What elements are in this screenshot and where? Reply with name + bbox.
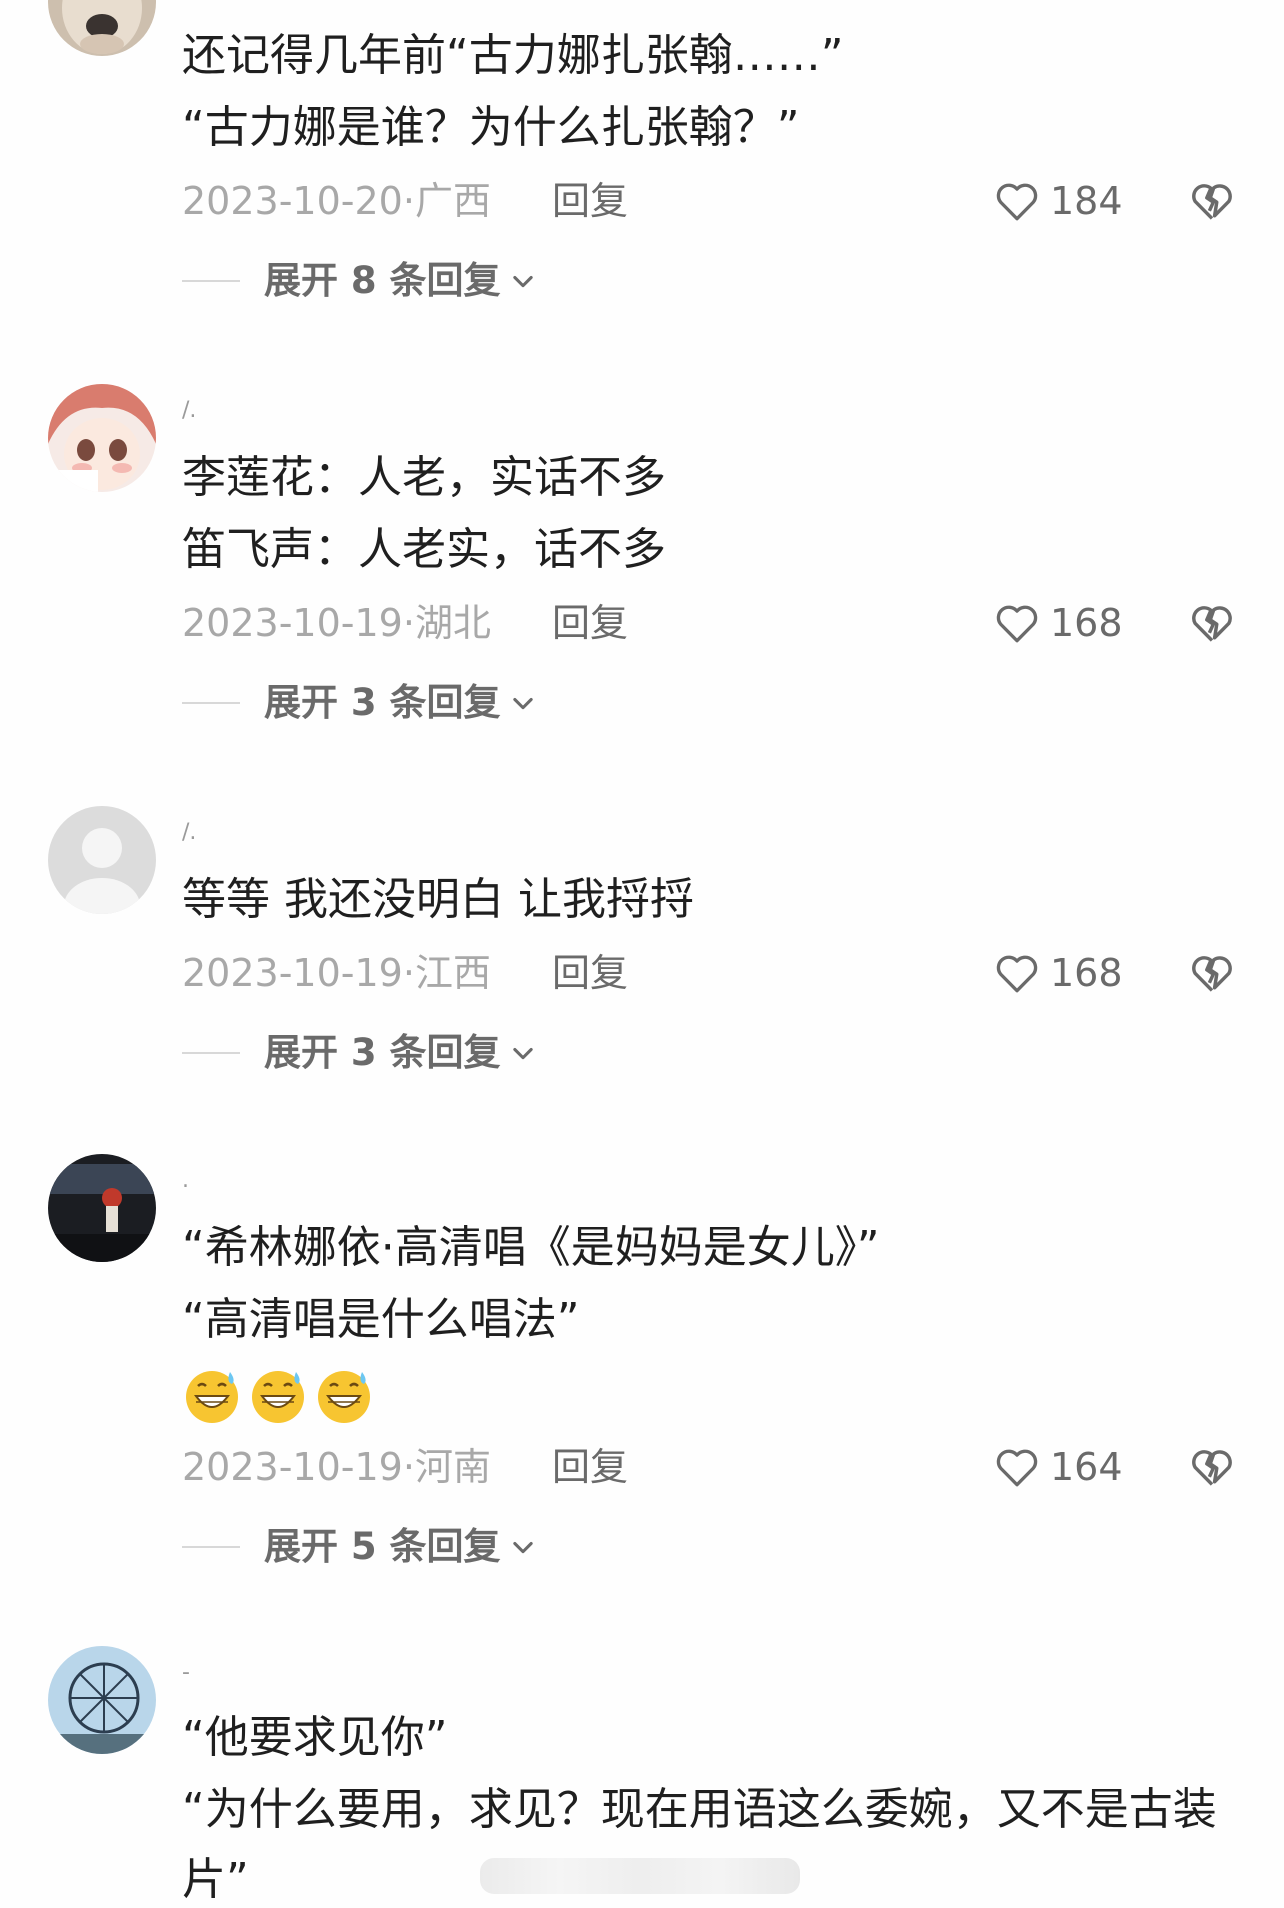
dog-avatar-image [48, 0, 156, 56]
expand-replies-button[interactable]: 展开 5 条回复 [182, 1522, 537, 1572]
avatar[interactable] [48, 1154, 156, 1262]
comment-text-line: 等等 我还没明白 让我捋捋 [182, 874, 694, 925]
like-count: 164 [1050, 1445, 1123, 1489]
comment-text-line: 笛飞声：人老实，话不多 [182, 524, 666, 575]
username[interactable]: /. [182, 396, 196, 426]
expand-replies-label: 展开 3 条回复 [264, 681, 501, 724]
avatar[interactable] [48, 1646, 156, 1754]
grin-sweat-emoji [318, 1371, 370, 1423]
anime-girl-avatar-image [48, 384, 156, 492]
comment-text-line: 李莲花：人老，实话不多 [182, 452, 666, 503]
expand-replies-button[interactable]: 展开 3 条回复 [182, 1028, 537, 1078]
night-photo-avatar-image [48, 1154, 156, 1262]
comment-text-line: “他要求见你” [182, 1712, 448, 1763]
heart-outline-icon [996, 955, 1038, 993]
chevron-down-icon [512, 1047, 533, 1060]
comment-text-line: 还记得几年前“古力娜扎张翰……” [182, 30, 844, 81]
expand-replies-button[interactable]: 展开 8 条回复 [182, 256, 537, 306]
comment-text-line: “为什么要用，求见？现在用语这么委婉，又不是古装 [182, 1784, 1217, 1835]
divider [182, 1052, 240, 1054]
meta-separator: · [402, 951, 415, 995]
avatar[interactable] [48, 0, 156, 56]
comment-location: 湖北 [414, 601, 491, 645]
heart-outline-icon [996, 183, 1038, 221]
grin-sweat-emoji [252, 1371, 304, 1423]
emoji-row [182, 1366, 374, 1426]
comment-date: 2023-10-19 [182, 601, 403, 645]
username[interactable]: /. [182, 818, 196, 848]
reply-button[interactable]: 回复 [552, 176, 628, 226]
comment-location: 河南 [414, 1445, 491, 1489]
comment-text-line: 片” [182, 1854, 249, 1905]
comment-date: 2023-10-19 [182, 1445, 403, 1489]
reply-button[interactable]: 回复 [552, 598, 628, 648]
meta-separator: · [402, 179, 415, 223]
divider [182, 702, 240, 704]
reply-button[interactable]: 回复 [552, 948, 628, 998]
avatar[interactable] [48, 384, 156, 492]
expand-replies-label: 展开 5 条回复 [264, 1525, 501, 1568]
heart-outline-icon [996, 1449, 1038, 1487]
heart-outline-icon [996, 605, 1038, 643]
divider [182, 280, 240, 282]
grin-sweat-emoji [186, 1371, 238, 1423]
broken-heart-icon[interactable] [1186, 1440, 1238, 1492]
chevron-down-icon [512, 275, 533, 288]
like-button[interactable]: 164 [992, 1439, 1123, 1495]
expand-replies-label: 展开 8 条回复 [264, 259, 501, 302]
comment-date: 2023-10-20 [182, 179, 403, 223]
chevron-down-icon [512, 1541, 533, 1554]
expand-replies-label: 展开 3 条回复 [264, 1031, 501, 1074]
expand-replies-button[interactable]: 展开 3 条回复 [182, 678, 537, 728]
like-button[interactable]: 184 [992, 173, 1123, 229]
username[interactable]: . [182, 1166, 189, 1196]
ferris-wheel-avatar-image [48, 1646, 156, 1754]
like-count: 168 [1050, 601, 1123, 645]
comment-text-line: “希林娜依·高清唱《是妈妈是女儿》” [182, 1222, 880, 1273]
comment-location: 江西 [414, 951, 491, 995]
broken-heart-icon[interactable] [1186, 946, 1238, 998]
comment-meta: 2023-10-19·河南 [182, 1442, 491, 1492]
broken-heart-icon[interactable] [1186, 596, 1238, 648]
comment-text-line: “高清唱是什么唱法” [182, 1294, 580, 1345]
like-count: 168 [1050, 951, 1123, 995]
comment-meta: 2023-10-19·湖北 [182, 598, 491, 648]
like-count: 184 [1050, 179, 1123, 223]
meta-separator: · [402, 1445, 415, 1489]
comment-meta: 2023-10-20·广西 [182, 176, 491, 226]
watermark [480, 1858, 800, 1894]
like-button[interactable]: 168 [992, 945, 1123, 1001]
chevron-down-icon [512, 697, 533, 710]
meta-separator: · [402, 601, 415, 645]
comment-meta: 2023-10-19·江西 [182, 948, 491, 998]
reply-button[interactable]: 回复 [552, 1442, 628, 1492]
like-button[interactable]: 168 [992, 595, 1123, 651]
default-user-avatar-image [48, 806, 156, 914]
comment-text-line: “古力娜是谁？为什么扎张翰？” [182, 102, 800, 153]
comment-location: 广西 [414, 179, 491, 223]
avatar[interactable] [48, 806, 156, 914]
comment-date: 2023-10-19 [182, 951, 403, 995]
divider [182, 1546, 240, 1548]
username[interactable]: - [182, 1658, 190, 1688]
broken-heart-icon[interactable] [1186, 174, 1238, 226]
